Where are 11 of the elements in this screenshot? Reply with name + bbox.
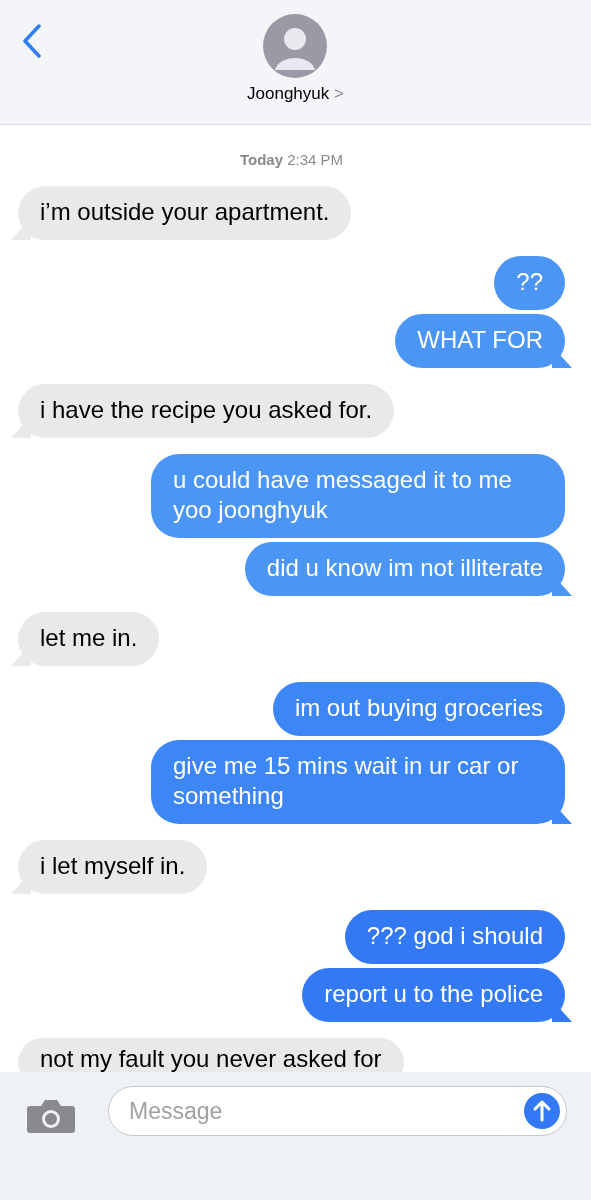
avatar[interactable]	[263, 14, 328, 78]
message-bubble: ??	[494, 256, 565, 310]
camera-icon[interactable]	[26, 1098, 76, 1134]
send-button[interactable]	[524, 1093, 560, 1129]
timestamp: Today 2:34 PM	[239, 151, 344, 168]
contact-name[interactable]: Joonghyuk >	[247, 84, 344, 104]
message-bubble: im out buying groceries	[272, 682, 565, 736]
message-bubble: u could have messaged it to me yoo joonghyuk	[151, 454, 565, 538]
message-bubble: ??? god i should	[344, 910, 565, 964]
message-field[interactable]: Message	[108, 1086, 567, 1136]
back-icon[interactable]	[22, 24, 42, 58]
